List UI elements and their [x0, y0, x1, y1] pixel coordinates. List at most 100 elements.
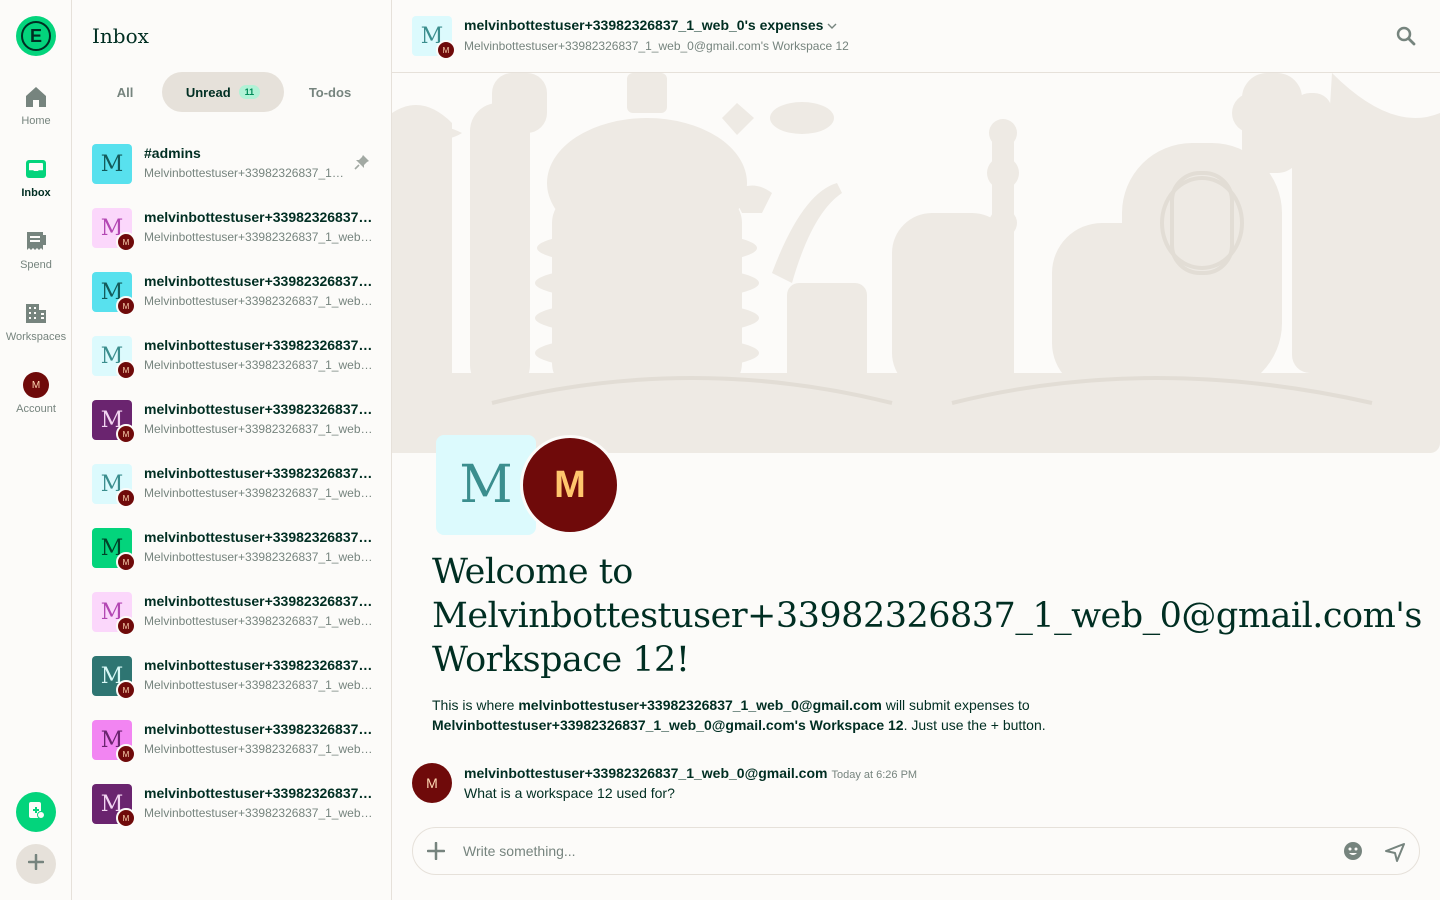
message-author-avatar[interactable]: M [412, 763, 452, 803]
chat-title: melvinbottestuser+33982326837_1_web_0@gm… [144, 785, 374, 801]
chat-list-item[interactable]: MMmelvinbottestuser+33982326837_1_web_0@… [72, 324, 392, 388]
chat-header: M M melvinbottestuser+33982326837_1_web_… [392, 0, 1440, 73]
message-author[interactable]: melvinbottestuser+33982326837_1_web_0@gm… [464, 765, 827, 781]
nav-account-label: Account [16, 403, 56, 415]
nav-rail: E Home Inbox Spend Workspaces M Account [0, 0, 72, 900]
desc-user: melvinbottestuser+33982326837_1_web_0@gm… [518, 697, 882, 713]
tab-unread[interactable]: Unread 11 [162, 72, 284, 112]
composer-plus-icon[interactable] [426, 841, 446, 865]
logo-letter: E [21, 21, 51, 51]
header-subtitle[interactable]: Melvinbottestuser+33982326837_1_web_0@gm… [464, 39, 849, 53]
chat-subtitle: Melvinbottestuser+33982326837_1_web_0@gm… [144, 486, 374, 500]
send-icon[interactable] [1385, 842, 1405, 867]
chat-owner-avatar: M [116, 488, 136, 508]
chat-list-item[interactable]: MMmelvinbottestuser+33982326837_1_web_0@… [72, 772, 392, 836]
chat-subtitle: Melvinbottestuser+33982326837_1_web_0@gm… [144, 678, 374, 692]
unread-count-badge: 11 [238, 85, 261, 99]
message-text: What is a workspace 12 used for? [464, 785, 675, 801]
nav-account[interactable]: M Account [0, 372, 72, 415]
chat-subtitle: Melvinbottestuser+33982326837_1_web_0@gm… [144, 422, 374, 436]
chat-title: melvinbottestuser+33982326837_1_web_0@gm… [144, 337, 374, 353]
header-title[interactable]: melvinbottestuser+33982326837_1_web_0's … [464, 17, 837, 33]
chat-title: melvinbottestuser+33982326837_1_web_0@gm… [144, 401, 374, 417]
chat-avatar: M [92, 144, 132, 184]
chat-list-item[interactable]: MMmelvinbottestuser+33982326837_1_web_0@… [72, 708, 392, 772]
chat-subtitle: Melvinbottestuser+33982326837_1_web_0@gm… [144, 806, 374, 820]
tab-todos-label: To-dos [308, 84, 352, 100]
message-header: melvinbottestuser+33982326837_1_web_0@gm… [464, 765, 917, 781]
chat-list-item[interactable]: MMmelvinbottestuser+33982326837_1_web_0@… [72, 644, 392, 708]
chat-owner-avatar: M [116, 744, 136, 764]
header-sub-avatar: M [436, 40, 456, 60]
chat-subtitle: Melvinbottestuser+33982326837_1_web_0@gm… [144, 358, 374, 372]
search-icon[interactable] [1396, 26, 1416, 51]
account-avatar-wrap: M [23, 372, 49, 398]
chat-owner-avatar: M [116, 552, 136, 572]
chat-owner-avatar: M [116, 296, 136, 316]
chat-subtitle: Melvinbottestuser+33982326837_1_web_0@gm… [144, 550, 374, 564]
chat-list-item[interactable]: MMmelvinbottestuser+33982326837_1_web_0@… [72, 388, 392, 452]
chat-list-item[interactable]: MMmelvinbottestuser+33982326837_1_web_0@… [72, 580, 392, 644]
chat-list-item[interactable]: MMmelvinbottestuser+33982326837_1_web_0@… [72, 516, 392, 580]
chat-owner-avatar: M [116, 360, 136, 380]
chat-owner-avatar: M [116, 808, 136, 828]
chat-subtitle: Melvinbottestuser+33982326837_1_web_0@gm… [144, 230, 374, 244]
nav-home-label: Home [21, 115, 51, 127]
emoji-icon[interactable] [1343, 841, 1363, 866]
chat-owner-avatar: M [116, 232, 136, 252]
inbox-panel: Inbox All Unread 11 To-dos M #admins Melvin… [72, 0, 392, 900]
chat-title: melvinbottestuser+33982326837_1_web_0@gm… [144, 529, 374, 545]
owner-avatar-large: M [520, 435, 620, 535]
tab-todos[interactable]: To-dos [284, 72, 376, 112]
pin-icon [354, 154, 370, 175]
inbox-icon [23, 156, 49, 182]
chat-title: melvinbottestuser+33982326837_1_web_0@gm… [144, 465, 374, 481]
header-title-text: melvinbottestuser+33982326837_1_web_0's … [464, 17, 824, 33]
chat-title: melvinbottestuser+33982326837_1_web_0@gm… [144, 721, 374, 737]
tab-all-label: All [116, 84, 134, 100]
chat-title: melvinbottestuser+33982326837_1_web_0@gm… [144, 273, 374, 289]
nav-spend-label: Spend [20, 259, 52, 271]
chat-subtitle: Melvinbottestuser+33982326837_1_web_0@gm… [144, 614, 374, 628]
new-chat-button[interactable] [16, 792, 56, 832]
chat-subtitle: Melvinbottestuser+33982326837_1_web_0@gm… [144, 742, 374, 756]
nav-home[interactable]: Home [0, 84, 72, 127]
chat-owner-avatar: M [116, 424, 136, 444]
expensify-logo[interactable]: E [16, 16, 56, 56]
chat-subtitle: Melvinbottestuser+33982326837_1_web_0@gm… [144, 166, 346, 180]
chat-list-item[interactable]: MMmelvinbottestuser+33982326837_1_web_0@… [72, 196, 392, 260]
chat-title: melvinbottestuser+33982326837_1_web_0@gm… [144, 657, 374, 673]
composer-input[interactable] [463, 841, 1323, 861]
nav-inbox-label: Inbox [21, 187, 51, 199]
desc-mid: will submit expenses to [881, 697, 1030, 713]
chat-list-item[interactable]: MMmelvinbottestuser+33982326837_1_web_0@… [72, 452, 392, 516]
desc-workspace: Melvinbottestuser+33982326837_1_web_0@gm… [432, 717, 904, 733]
chat-list-item[interactable]: M #admins Melvinbottestuser+33982326837_1_… [72, 132, 392, 196]
chat-owner-avatar: M [116, 616, 136, 636]
chat-list-item[interactable]: MMmelvinbottestuser+33982326837_1_web_0@… [72, 260, 392, 324]
chat-title: #admins [144, 145, 201, 161]
create-button[interactable] [16, 844, 56, 884]
desc-prefix: This is where [432, 697, 519, 713]
chat-main: M M melvinbottestuser+33982326837_1_web_… [392, 0, 1440, 900]
chat-owner-avatar: M [116, 680, 136, 700]
nav-workspaces-label: Workspaces [5, 331, 67, 343]
receipt-icon [23, 228, 49, 254]
chat-title: melvinbottestuser+33982326837_1_web_0@gm… [144, 593, 374, 609]
nav-spend[interactable]: Spend [0, 228, 72, 271]
tab-unread-label: Unread [185, 84, 231, 100]
welcome-description: This is where melvinbottestuser+33982326… [432, 695, 1412, 735]
inbox-title: Inbox [92, 24, 149, 48]
plus-icon [27, 853, 45, 875]
message-timestamp: Today at 6:26 PM [831, 769, 918, 781]
chevron-down-icon [827, 17, 837, 33]
chat-title: melvinbottestuser+33982326837_1_web_0@gm… [144, 209, 374, 225]
building-icon [23, 300, 49, 326]
composer [412, 827, 1420, 875]
chat-list: M #admins Melvinbottestuser+33982326837_1_… [72, 132, 392, 836]
new-chat-icon [27, 801, 45, 824]
nav-workspaces[interactable]: Workspaces [0, 300, 72, 343]
nav-inbox[interactable]: Inbox [0, 156, 72, 199]
home-icon [23, 84, 49, 110]
tab-all[interactable]: All [88, 72, 162, 112]
